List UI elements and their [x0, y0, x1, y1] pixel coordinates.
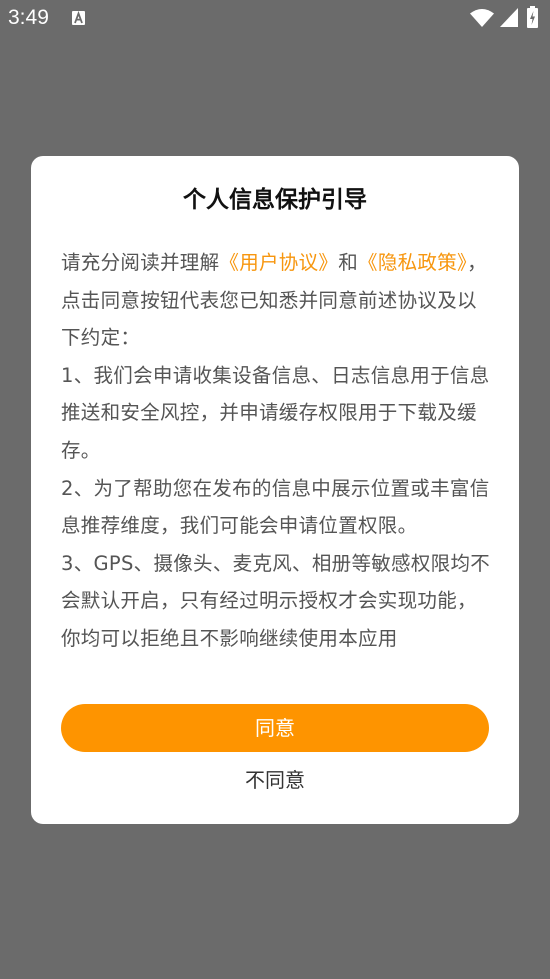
- agree-button[interactable]: 同意: [61, 704, 489, 752]
- privacy-policy-link[interactable]: 《隐私政策》: [358, 251, 467, 274]
- dialog-title: 个人信息保护引导: [183, 187, 367, 213]
- user-agreement-link[interactable]: 《用户协议》: [219, 251, 338, 274]
- wifi-icon: [470, 9, 494, 27]
- status-bar: 3:49: [0, 0, 550, 36]
- a-notification-icon: [72, 11, 85, 25]
- intro-prefix: 请充分阅读并理解: [61, 251, 220, 274]
- term-item-1: 1、我们会申请收集设备信息、日志信息用于信息推送和安全风控，并申请缓存权限用于下…: [61, 363, 490, 462]
- battery-icon: [527, 6, 538, 28]
- status-time: 3:49: [8, 6, 49, 29]
- dialog-body[interactable]: 请充分阅读并理解《用户协议》和《隐私政策》，点击同意按钮代表您已知悉并同意前述协…: [61, 244, 493, 672]
- disagree-button[interactable]: 不同意: [31, 762, 519, 798]
- intro-paragraph: 请充分阅读并理解《用户协议》和《隐私政策》，点击同意按钮代表您已知悉并同意前述协…: [61, 244, 493, 357]
- term-item-3: 3、GPS、摄像头、麦克风、相册等敏感权限均不会默认开启，只有经过明示授权才会实…: [61, 551, 491, 650]
- privacy-dialog: 个人信息保护引导 请充分阅读并理解《用户协议》和《隐私政策》，点击同意按钮代表您…: [31, 156, 519, 824]
- and-text: 和: [338, 251, 359, 274]
- signal-icon: [500, 8, 518, 27]
- term-item-2: 2、为了帮助您在发布的信息中展示位置或丰富信息推荐维度，我们可能会申请位置权限。: [61, 476, 490, 538]
